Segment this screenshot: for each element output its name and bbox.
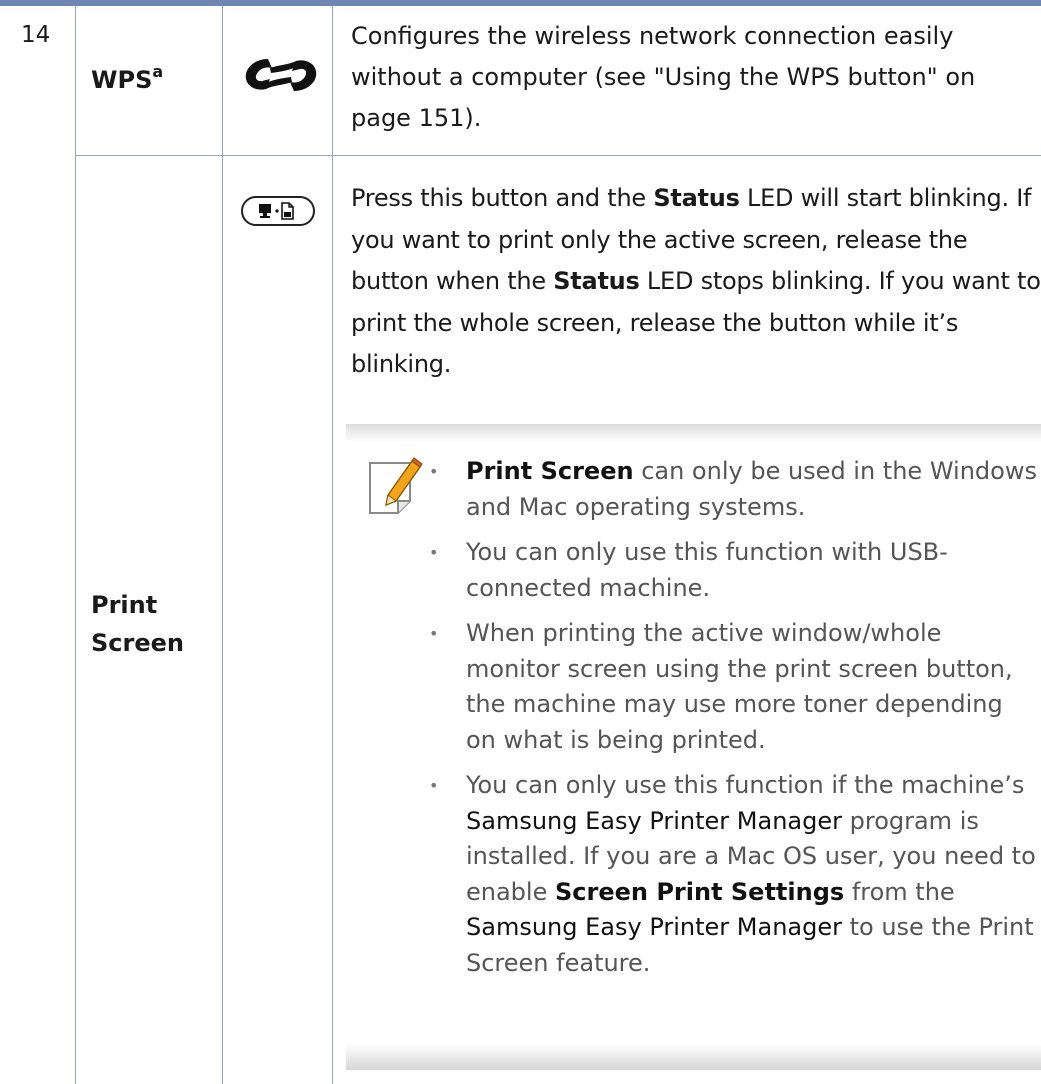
bullet-text: from the [844,877,955,906]
wps-label-text: WPS [91,66,153,94]
column-divider [222,6,223,1084]
status-led-term: Status [653,184,740,212]
row-number: 14 [21,22,51,48]
print-screen-label: Print Screen [91,586,184,662]
bullet-text: You can only use this function if the ma… [466,771,1025,799]
row-divider [75,155,1041,156]
list-item: Print Screen can only be used in the Win… [426,454,1038,525]
monitor-document-icon [259,202,294,220]
list-item: When printing the active window/whole mo… [426,616,1038,758]
table-top-rule [0,0,1041,6]
list-item: You can only use this function if the ma… [426,768,1038,981]
column-divider [332,6,333,1084]
wps-description: Configures the wireless network connecti… [351,22,976,132]
app-name: Samsung Easy Printer Manager [466,806,842,835]
note-pencil-icon [369,457,423,514]
note-top-shade [346,424,1041,442]
list-item: You can only use this function with USB-… [426,535,1038,606]
desc-text: Press this button and the [351,184,654,212]
print-screen-term: Print Screen [466,457,634,485]
note-bottom-shade [346,1044,1041,1070]
print-screen-label-line2: Screen [91,629,184,657]
bullet-text: When printing the active window/whole mo… [466,619,1013,754]
status-led-term: Status [553,267,640,295]
bullet-text: You can only use this function with USB-… [466,538,948,602]
app-name: Samsung Easy Printer Manager [466,913,842,941]
column-divider [75,6,76,1084]
note-bullet-list: Print Screen can only be used in the Win… [426,454,1038,991]
wps-button-icon [245,59,317,91]
print-screen-label-line1: Print [91,591,158,619]
print-screen-description: Press this button and the Status LED wil… [351,178,1041,386]
print-screen-button-icon [241,196,315,226]
wps-label: WPSa [91,55,163,99]
footnote-marker: a [152,62,164,81]
setting-name: Screen Print Settings [554,877,845,906]
